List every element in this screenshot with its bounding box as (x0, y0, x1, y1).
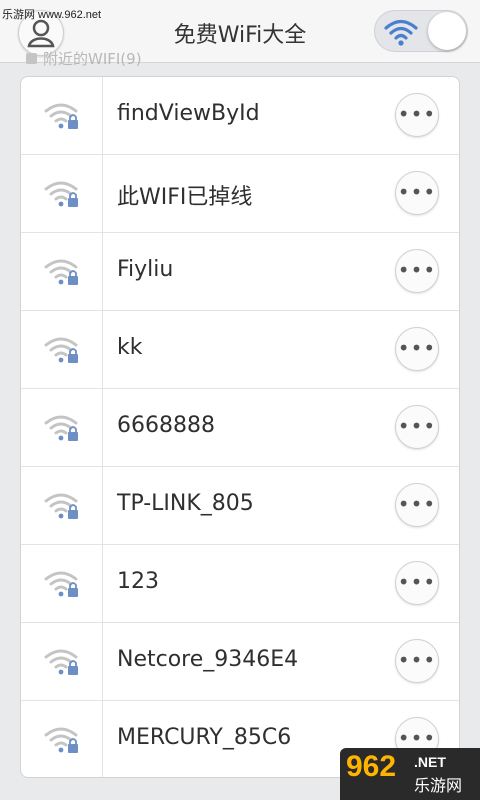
wifi-network-row[interactable]: Netcore_9346E4 ••• (21, 623, 459, 701)
watermark-text: 乐游网 www.962.net (2, 9, 102, 21)
more-options-button[interactable]: ••• (395, 171, 439, 215)
wifi-network-name: kk (117, 335, 143, 360)
wifi-locked-icon (43, 179, 83, 213)
more-dots-icon: ••• (397, 102, 437, 126)
wifi-network-row[interactable]: findViewById ••• (21, 77, 459, 155)
more-dots-icon: ••• (397, 648, 437, 672)
more-dots-icon: ••• (397, 492, 437, 516)
more-dots-icon: ••• (397, 570, 437, 594)
more-options-button[interactable]: ••• (395, 483, 439, 527)
wifi-icon (384, 19, 418, 46)
wifi-network-row[interactable]: 6668888 ••• (21, 389, 459, 467)
more-dots-icon: ••• (397, 414, 437, 438)
logo-number: 962 (346, 750, 397, 783)
wifi-locked-icon (43, 725, 83, 759)
wifi-network-name: MERCURY_85C6 (117, 725, 292, 750)
wifi-signal-cell (21, 623, 103, 700)
wifi-signal-cell (21, 233, 103, 310)
section-label: 附近的WIFI(9) (43, 50, 142, 68)
more-options-button[interactable]: ••• (395, 93, 439, 137)
wifi-locked-icon (43, 647, 83, 681)
wifi-signal-cell (21, 467, 103, 544)
wifi-network-name: 6668888 (117, 413, 215, 438)
more-dots-icon: ••• (397, 180, 437, 204)
toggle-knob[interactable] (428, 12, 466, 50)
wifi-locked-icon (43, 491, 83, 525)
wifi-network-row[interactable]: 123 ••• (21, 545, 459, 623)
more-options-button[interactable]: ••• (395, 249, 439, 293)
wifi-network-row[interactable]: Fiyliu ••• (21, 233, 459, 311)
wifi-network-name: Netcore_9346E4 (117, 647, 299, 672)
wifi-locked-icon (43, 569, 83, 603)
wifi-locked-icon (43, 335, 83, 369)
more-options-button[interactable]: ••• (395, 639, 439, 683)
logo-net: .NET (414, 754, 446, 770)
wifi-signal-cell (21, 389, 103, 466)
wifi-signal-cell (21, 701, 103, 777)
wifi-locked-icon (43, 413, 83, 447)
wifi-network-row[interactable]: kk ••• (21, 311, 459, 389)
section-header: 附近的WIFI(9) (26, 48, 142, 69)
wifi-signal-cell (21, 155, 103, 232)
wifi-network-name: TP-LINK_805 (117, 491, 254, 516)
wifi-network-name: Fiyliu (117, 257, 174, 282)
wifi-network-row[interactable]: TP-LINK_805 ••• (21, 467, 459, 545)
wifi-network-name: findViewById (117, 101, 260, 126)
more-dots-icon: ••• (397, 726, 437, 750)
more-dots-icon: ••• (397, 336, 437, 360)
wifi-network-name: 123 (117, 569, 159, 594)
wifi-signal-cell (21, 545, 103, 622)
more-dots-icon: ••• (397, 258, 437, 282)
more-options-button[interactable]: ••• (395, 405, 439, 449)
wifi-toggle[interactable] (374, 10, 468, 52)
wifi-network-row[interactable]: 此WIFI已掉线 ••• (21, 155, 459, 233)
more-options-button[interactable]: ••• (395, 561, 439, 605)
wifi-list: findViewById ••• 此WIFI已掉线 ••• Fiyliu ••• kk •••… (20, 76, 460, 778)
logo-cn: 乐游网 (414, 776, 463, 795)
wifi-locked-icon (43, 101, 83, 135)
wifi-network-name: 此WIFI已掉线 (117, 185, 253, 210)
wifi-locked-icon (43, 257, 83, 291)
wifi-signal-cell (21, 77, 103, 154)
site-logo: 962 .NET 乐游网 (340, 748, 480, 800)
wifi-signal-cell (21, 311, 103, 388)
more-options-button[interactable]: ••• (395, 327, 439, 371)
section-icon (26, 53, 37, 64)
